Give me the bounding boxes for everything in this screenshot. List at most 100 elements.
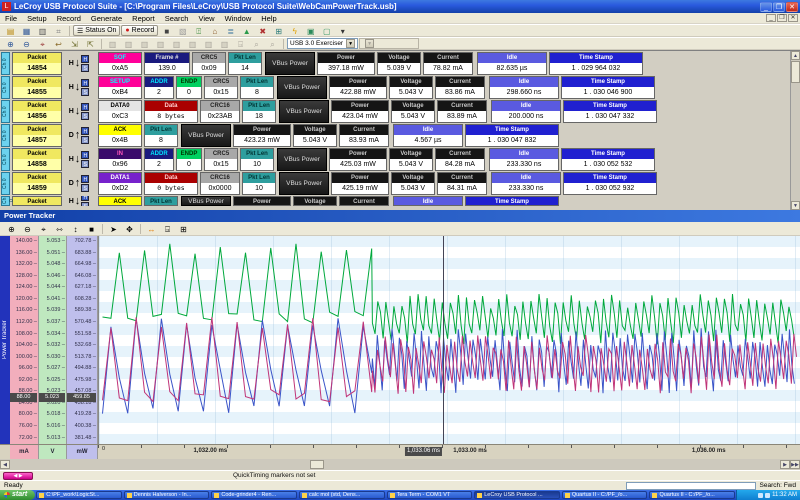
expand-icon[interactable]: ⇲ (67, 38, 82, 49)
idle-time[interactable]: Idle4.567 µs (393, 124, 463, 147)
field-pkt-len[interactable]: Pkt Len10 (242, 172, 276, 195)
field-endp[interactable]: ENDP0 (176, 148, 202, 171)
packet-number[interactable]: Packet (12, 196, 62, 206)
waveform-plot-area[interactable] (98, 236, 800, 444)
packet-row[interactable]: Ch 0PacketH↓HSACKPkt LenVBus PowerPowerV… (1, 196, 800, 206)
task-button[interactable]: Tera Term - COM1 VT (387, 491, 473, 499)
wrap-icon[interactable]: ↩ (51, 38, 66, 49)
time-stamp[interactable]: Time Stamp1 . 030 047 332 (563, 100, 657, 123)
field-pkt-len[interactable]: Pkt Len8 (240, 76, 274, 99)
field-addr[interactable]: ADDR2 (144, 76, 174, 99)
h-marker-icon[interactable]: ↔ (144, 223, 159, 234)
idle-time[interactable]: Idle (393, 196, 463, 206)
task-button[interactable]: LeCroy USB Protocol ... (474, 491, 560, 499)
task-button[interactable]: C:\PF_work\LogicSt... (36, 491, 122, 499)
print-icon[interactable]: ▥ (35, 25, 50, 36)
nav-device-icon[interactable]: ▥ (185, 38, 200, 49)
packet-row[interactable]: Ch 0Packet14857D↑HSACK0x4BPkt Len8VBus P… (1, 124, 800, 147)
field-pkt-len[interactable]: Pkt Len10 (240, 148, 274, 171)
field-pkt-len[interactable]: Pkt Len (144, 196, 178, 206)
time-stamp[interactable]: Time Stamp1 . 029 964 032 (549, 52, 643, 75)
zoom-x-icon[interactable]: ⇿ (52, 223, 67, 234)
menu-report[interactable]: Report (127, 14, 160, 23)
stop-icon[interactable]: ■ (159, 25, 174, 36)
save-icon[interactable]: ▦ (19, 25, 34, 36)
collapse-icon[interactable]: ⇱ (83, 38, 98, 49)
field-addr[interactable]: ADDR2 (144, 148, 174, 171)
idle-time[interactable]: Idle200.000 ns (491, 100, 561, 123)
vbus-power[interactable]: Power423.04 mW (331, 100, 389, 123)
zoom-y-icon[interactable]: ↕ (68, 223, 83, 234)
field-data[interactable]: Data8 bytes (144, 100, 198, 123)
field-sof[interactable]: SOF0xA5 (98, 52, 142, 75)
scroll-thumb[interactable] (791, 61, 800, 83)
vbus-power[interactable]: Power (233, 196, 291, 206)
packet-row[interactable]: Ch 0Packet14858H↓HSIN0x96ADDR2ENDP0CRC50… (1, 148, 800, 171)
zoom-in-icon[interactable]: ⊕ (4, 223, 19, 234)
nav-transfer-icon[interactable]: ▥ (137, 38, 152, 49)
field-setup[interactable]: SETUP0xB4 (98, 76, 142, 99)
field-crc5[interactable]: CRC50x15 (204, 148, 238, 171)
chart-hscrollbar[interactable]: ◀ ▶ ▶▶ (0, 459, 800, 470)
field-crc16[interactable]: CRC160x23AB (200, 100, 240, 123)
menu-view[interactable]: View (193, 14, 219, 23)
menu-help[interactable]: Help (256, 14, 281, 23)
record-button[interactable]: ●Record (121, 25, 158, 36)
packet-number[interactable]: Packet14855 (12, 76, 62, 99)
stop-zoom-icon[interactable]: ■ (84, 223, 99, 234)
packet-row[interactable]: Ch 0Packet14854H↓HSSOF0xA5Frame #139.0CR… (1, 52, 800, 75)
time-stamp[interactable]: Time Stamp1 . 030 052 532 (561, 148, 655, 171)
time-cursor-line[interactable] (443, 236, 444, 444)
analyzer-network-icon[interactable]: ⌗ (51, 25, 66, 36)
nav-sof-icon[interactable]: ▥ (201, 38, 216, 49)
vbus-current[interactable]: Current78.82 mA (423, 52, 473, 75)
time-stamp[interactable]: Time Stamp (465, 196, 559, 206)
packet-number[interactable]: Packet14856 (12, 100, 62, 123)
packet-number[interactable]: Packet14859 (12, 172, 62, 195)
bolt-icon[interactable]: ϟ (287, 25, 302, 36)
find-icon[interactable]: ⌕ (249, 38, 264, 49)
field-ack[interactable]: ACK0x4B (98, 124, 142, 147)
field-endp[interactable]: ENDP0 (176, 76, 202, 99)
scroll-right-arrow[interactable]: ▶ (780, 460, 790, 469)
pointer-icon[interactable]: ➤ (106, 223, 121, 234)
packet-scrollbar[interactable]: ▲ ▼ (790, 51, 800, 210)
vbus-voltage[interactable]: Voltage5.043 V (293, 124, 337, 147)
export-icon[interactable]: ⍈ (160, 223, 175, 234)
vbus-current[interactable]: Current83.89 mA (437, 100, 487, 123)
field-pkt-len[interactable]: Pkt Len18 (242, 100, 276, 123)
field-frame-[interactable]: Frame #139.0 (144, 52, 190, 75)
vbus-power[interactable]: Power397.18 mW (317, 52, 375, 75)
menu-record[interactable]: Record (52, 14, 86, 23)
packet-number[interactable]: Packet14857 (12, 124, 62, 147)
open-file-icon[interactable]: ▤ (3, 25, 18, 36)
zoom-out-icon[interactable]: ⊖ (19, 38, 34, 49)
field-in[interactable]: IN0x96 (98, 148, 142, 171)
nav-host-icon[interactable]: ▥ (169, 38, 184, 49)
minimize-button[interactable]: _ (760, 2, 772, 12)
vbus-voltage[interactable]: Voltage5.039 V (377, 52, 421, 75)
menu-setup[interactable]: Setup (22, 14, 52, 23)
report-icon[interactable]: ▢ (319, 25, 334, 36)
idle-time[interactable]: Idle298.660 ns (489, 76, 559, 99)
device-icon[interactable]: ⌂ (207, 25, 222, 36)
field-data0[interactable]: DATA00xC3 (98, 100, 142, 123)
menu-generate[interactable]: Generate (86, 14, 127, 23)
nav-split-icon[interactable]: ▥ (153, 38, 168, 49)
vbus-power[interactable]: Power425.19 mW (331, 172, 389, 195)
task-button[interactable]: Quartus II - C:/PF_/o... (649, 491, 735, 499)
grid-icon[interactable]: ⊞ (176, 223, 191, 234)
title-bar[interactable]: L LeCroy USB Protocol Suite - [C:\Progra… (0, 0, 800, 13)
time-stamp[interactable]: Time Stamp1 . 030 052 932 (563, 172, 657, 195)
menu-file[interactable]: File (0, 14, 22, 23)
traffic-icon[interactable]: ▲ (239, 25, 254, 36)
upload-icon[interactable]: ⍐ (191, 25, 206, 36)
mdi-minimize-button[interactable]: _ (766, 14, 776, 22)
zoom-box-icon[interactable]: ⌖ (36, 223, 51, 234)
goto-icon[interactable]: ⍈ (233, 38, 248, 49)
status-on-button[interactable]: ☰Status On (73, 25, 120, 36)
close-button[interactable]: ✕ (786, 2, 798, 12)
packet-row[interactable]: Ch 0Packet14859D↑HSDATA10xD2Data0 bytesC… (1, 172, 800, 195)
time-stamp[interactable]: Time Stamp1 . 030 047 832 (465, 124, 559, 147)
packet-number[interactable]: Packet14858 (12, 148, 62, 171)
